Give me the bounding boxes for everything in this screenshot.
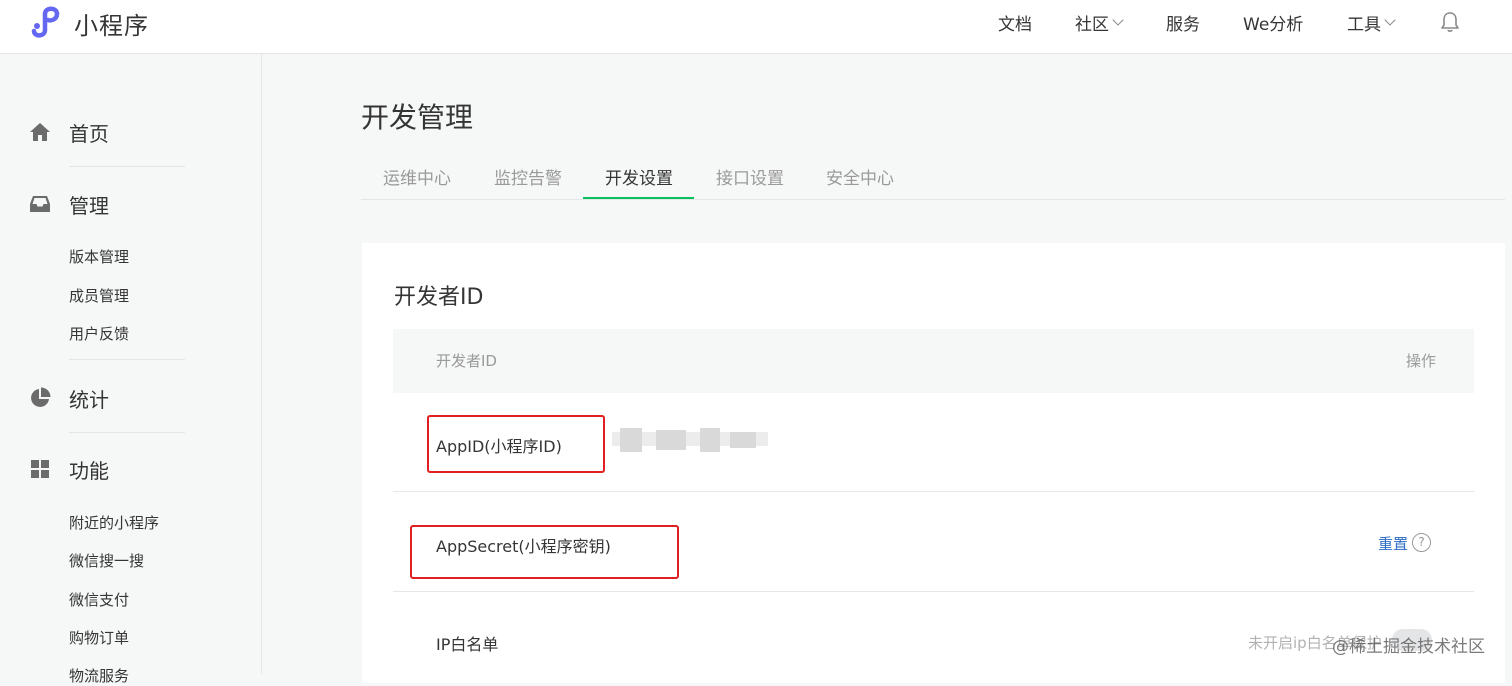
watermark: @稀土掘金技术社区 (1332, 637, 1485, 657)
nav-community-label: 社区 (1075, 14, 1109, 35)
sidebar-item-wechat-search[interactable]: 微信搜一搜 (69, 550, 144, 571)
sidebar-item-features[interactable]: 功能 (28, 455, 109, 483)
nav-docs-label: 文档 (998, 14, 1032, 35)
appid-value-blurred (612, 426, 768, 454)
reset-appsecret-link[interactable]: 重置 (1378, 533, 1408, 554)
tab-security-center[interactable]: 安全中心 (826, 164, 894, 189)
sidebar-item-manage[interactable]: 管理 (28, 190, 109, 218)
tab-api-settings[interactable]: 接口设置 (716, 164, 784, 189)
ip-whitelist-label: IP白名单 (436, 635, 499, 654)
sidebar-item-nearby-miniprogram[interactable]: 附近的小程序 (69, 512, 159, 533)
sidebar-item-statistics[interactable]: 统计 (28, 384, 109, 412)
top-bar: 小程序 文档 社区 服务 We分析 工具 (0, 0, 1512, 54)
row-divider (393, 591, 1474, 592)
column-header-actions: 操作 (1405, 352, 1436, 370)
sidebar-item-version-manage[interactable]: 版本管理 (69, 246, 129, 267)
divider (69, 166, 185, 167)
sidebar-item-logistics[interactable]: 物流服务 (69, 665, 129, 686)
nav-docs[interactable]: 文档 (998, 10, 1032, 35)
grid-icon (31, 460, 49, 478)
inbox-icon (30, 196, 50, 212)
tab-dev-settings[interactable]: 开发设置 (605, 164, 673, 189)
divider (69, 359, 185, 360)
tab-monitoring-alerts[interactable]: 监控告警 (494, 164, 562, 189)
column-header-developer-id: 开发者ID (436, 352, 497, 370)
sidebar-item-member-manage[interactable]: 成员管理 (69, 285, 129, 306)
chevron-down-icon (1384, 13, 1396, 26)
bell-icon[interactable] (1438, 10, 1462, 34)
nav-we-analysis-label: We分析 (1243, 14, 1304, 35)
sidebar-item-wechat-pay[interactable]: 微信支付 (69, 589, 129, 610)
sidebar-item-shopping-orders[interactable]: 购物订单 (69, 627, 129, 648)
developer-id-card: 开发者ID 开发者ID 操作 AppID(小程序ID) AppSecret(小程… (362, 243, 1505, 683)
sidebar-item-manage-label: 管理 (69, 193, 109, 218)
sidebar: 首页 管理 版本管理 成员管理 用户反馈 统计 功能 附近的小程序 微信搜一搜 … (0, 54, 262, 685)
page-title: 开发管理 (361, 101, 474, 134)
card-title: 开发者ID (394, 285, 484, 310)
sidebar-item-features-label: 功能 (69, 458, 109, 483)
sidebar-item-home[interactable]: 首页 (28, 118, 109, 146)
nav-tools-label: 工具 (1347, 14, 1381, 35)
row-divider (393, 491, 1474, 492)
tab-bar: 运维中心 监控告警 开发设置 接口设置 安全中心 (361, 152, 1505, 200)
question-circle-icon[interactable]: ? (1412, 533, 1431, 552)
mini-program-logo-icon[interactable] (28, 4, 66, 38)
highlight-box-appsecret (410, 525, 679, 579)
highlight-box-appid (427, 415, 605, 473)
table-header: 开发者ID 操作 (393, 329, 1474, 393)
active-tab-indicator (583, 197, 694, 199)
chevron-down-icon (1112, 13, 1124, 26)
sidebar-item-user-feedback[interactable]: 用户反馈 (69, 323, 129, 344)
home-icon (30, 123, 50, 141)
nav-community[interactable]: 社区 (1075, 10, 1124, 35)
tab-ops-center[interactable]: 运维中心 (383, 164, 451, 189)
sidebar-item-home-label: 首页 (69, 121, 109, 146)
nav-we-analysis[interactable]: We分析 (1243, 10, 1304, 35)
pie-chart-icon (31, 387, 51, 407)
app-title[interactable]: 小程序 (74, 6, 149, 41)
sidebar-item-statistics-label: 统计 (69, 387, 109, 412)
nav-services[interactable]: 服务 (1166, 10, 1200, 35)
nav-services-label: 服务 (1166, 14, 1200, 35)
nav-tools[interactable]: 工具 (1347, 10, 1396, 35)
divider (69, 432, 185, 433)
